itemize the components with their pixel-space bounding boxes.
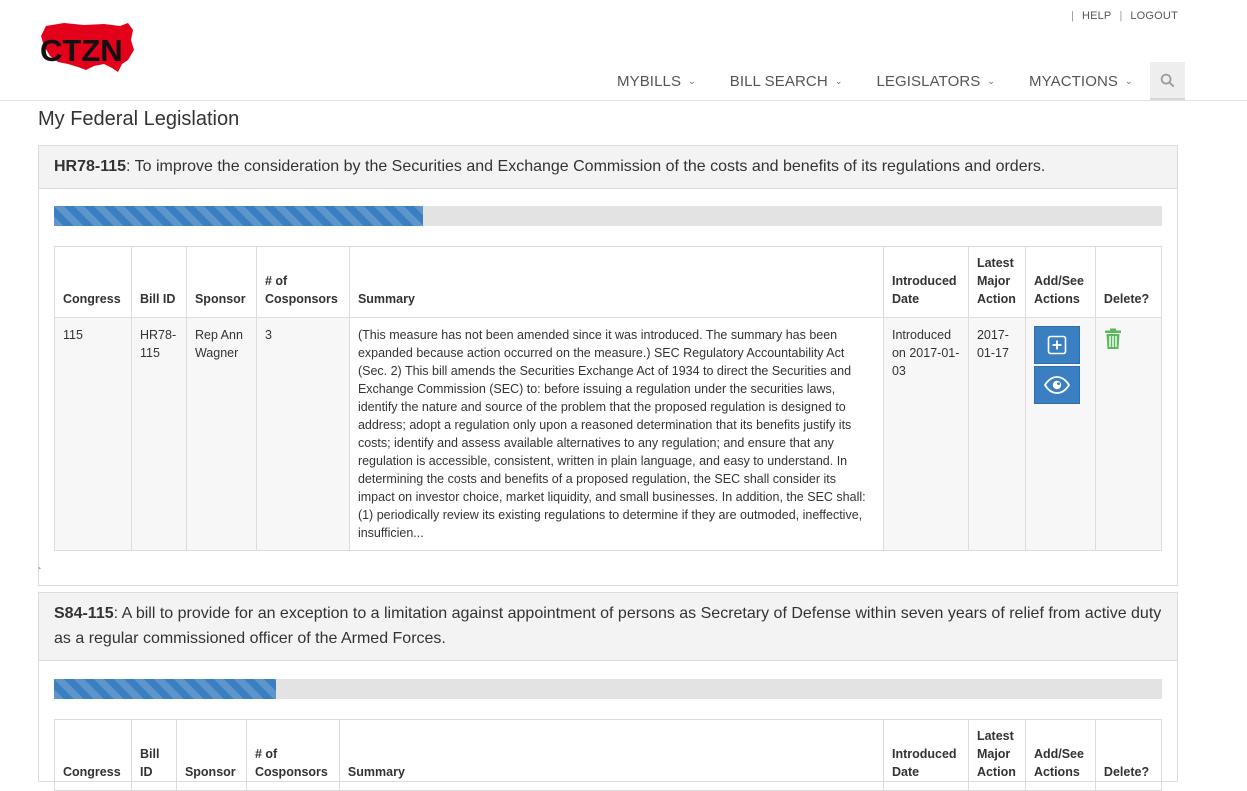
- nav-bill-search-label: BILL SEARCH: [729, 72, 828, 90]
- col-sponsor: Sponsor: [175, 719, 247, 791]
- nav-bill-search[interactable]: BILL SEARCH ⌄: [713, 62, 860, 100]
- col-summary: Summary: [348, 246, 884, 318]
- bill-progress-fill: [54, 206, 423, 226]
- col-latest-action: Latest Major Action: [967, 246, 1026, 318]
- eye-icon: [1043, 376, 1070, 394]
- chevron-down-icon: ⌄: [1125, 75, 1133, 86]
- col-bill-id: Bill ID: [130, 719, 177, 791]
- table-header-row: Congress Bill ID Sponsor # of Cosponsors…: [54, 246, 1163, 318]
- nav-mybills[interactable]: MYBILLS ⌄: [600, 62, 713, 100]
- bill-progress-bar: [54, 679, 1162, 699]
- trash-icon: [1104, 328, 1121, 349]
- search-icon: [1160, 73, 1174, 87]
- col-cosponsors: # of Cosponsors: [245, 719, 340, 791]
- col-congress: Congress: [54, 246, 132, 318]
- help-link[interactable]: HELP: [1082, 10, 1112, 22]
- bill-table: Congress Bill ID Sponsor # of Cosponsors…: [54, 246, 1163, 551]
- cell-bill-id: HR78-115: [130, 317, 187, 551]
- col-cosponsors: # of Cosponsors: [255, 246, 350, 318]
- col-delete: Delete?: [1094, 719, 1163, 791]
- bill-table: Congress Bill ID Sponsor # of Cosponsors…: [54, 719, 1163, 791]
- col-actions: Add/See Actions: [1024, 719, 1096, 791]
- cell-latest-action: 2017-01-17: [967, 317, 1026, 551]
- page-title: My Federal Legislation: [38, 108, 240, 130]
- col-latest-action: Latest Major Action: [967, 719, 1026, 791]
- chevron-down-icon: ⌄: [834, 75, 843, 86]
- cell-summary: (This measure has not been amended since…: [348, 317, 884, 551]
- logout-link[interactable]: LOGOUT: [1130, 10, 1178, 22]
- cell-congress: 115: [54, 317, 132, 551]
- cell-sponsor: Rep Ann Wagner: [185, 317, 257, 551]
- bill-code[interactable]: HR78-115: [54, 158, 126, 175]
- delete-button[interactable]: [1104, 328, 1122, 355]
- nav-myactions-label: MYACTIONS: [1029, 72, 1119, 90]
- cell-delete: [1094, 317, 1163, 551]
- col-bill-id: Bill ID: [130, 246, 187, 318]
- main-nav: MYBILLS ⌄ BILL SEARCH ⌄ LEGISLATORS ⌄ MY…: [600, 62, 1185, 100]
- bill-progress-fill: [54, 679, 276, 699]
- table-header-row: Congress Bill ID Sponsor # of Cosponsors…: [54, 719, 1163, 791]
- col-actions: Add/See Actions: [1024, 246, 1096, 318]
- view-actions-button[interactable]: [1033, 366, 1080, 404]
- col-introduced-date: Introduced Date: [882, 246, 969, 318]
- nav-myactions[interactable]: MYACTIONS ⌄: [1012, 62, 1150, 100]
- chevron-down-icon: ⌄: [688, 75, 696, 86]
- bill-panel: HR78-115: To improve the consideration b…: [38, 145, 1178, 586]
- stray-mark: `: [38, 567, 42, 578]
- cell-actions: [1024, 317, 1096, 551]
- bill-header: HR78-115: To improve the consideration b…: [39, 146, 1177, 189]
- nav-legislators[interactable]: LEGISLATORS ⌄: [859, 62, 1012, 100]
- cell-cosponsors: 3: [255, 317, 350, 551]
- col-summary: Summary: [338, 719, 884, 791]
- top-links: | HELP | LOGOUT: [1071, 10, 1178, 22]
- ctzn-logo[interactable]: CTZN: [38, 20, 136, 78]
- plus-square-icon: [1047, 335, 1067, 355]
- bill-title: : To improve the consideration by the Se…: [126, 158, 1046, 175]
- logo-text: CTZN: [40, 33, 123, 68]
- add-action-button[interactable]: [1033, 326, 1080, 364]
- site-header: CTZN | HELP | LOGOUT MYBILLS ⌄ BILL SEAR…: [0, 0, 1247, 101]
- bill-code[interactable]: S84-115: [54, 605, 114, 622]
- cell-introduced: Introduced on 2017-01-03: [882, 317, 969, 551]
- col-delete: Delete?: [1094, 246, 1163, 318]
- col-congress: Congress: [54, 719, 132, 791]
- col-introduced-date: Introduced Date: [882, 719, 969, 791]
- bill-header: S84-115: A bill to provide for an except…: [39, 593, 1177, 661]
- nav-legislators-label: LEGISLATORS: [876, 72, 981, 90]
- chevron-down-icon: ⌄: [987, 75, 996, 86]
- col-sponsor: Sponsor: [185, 246, 257, 318]
- table-row: 115 HR78-115 Rep Ann Wagner 3 (This meas…: [54, 317, 1163, 551]
- nav-search-button[interactable]: [1149, 62, 1185, 100]
- bill-panel: S84-115: A bill to provide for an except…: [38, 592, 1178, 791]
- bill-title: : A bill to provide for an exception to …: [54, 605, 1162, 647]
- bill-progress-bar: [54, 206, 1162, 226]
- nav-mybills-label: MYBILLS: [617, 72, 682, 90]
